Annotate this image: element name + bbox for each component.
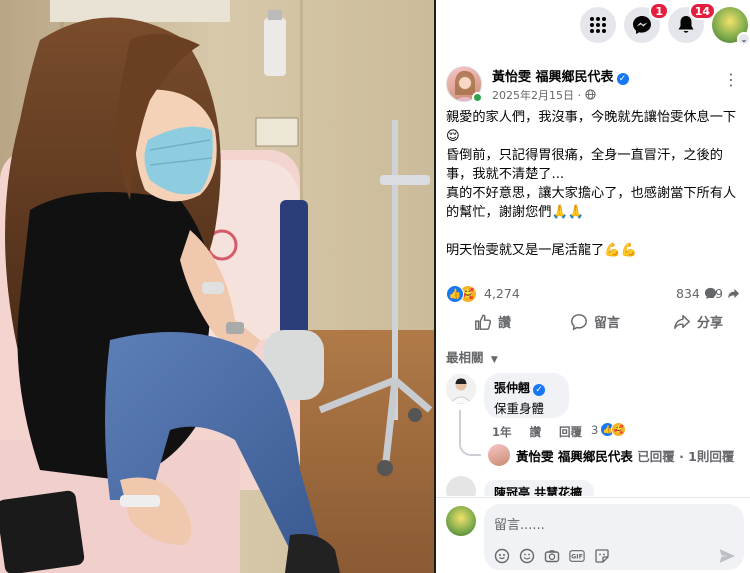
share-count[interactable]: 19: [707, 286, 740, 301]
commenter-avatar[interactable]: [446, 374, 476, 404]
comment-like-link[interactable]: 讚: [530, 425, 542, 439]
messenger-badge: 1: [649, 2, 669, 20]
svg-text:GIF: GIF: [571, 554, 583, 561]
commenter-name-text[interactable]: 張仲翹: [494, 381, 530, 395]
reply-summary[interactable]: 黃怡雯 福興鄉民代表 已回覆 · 1則回覆: [516, 446, 734, 465]
profile-avatar[interactable]: ⌄: [712, 7, 750, 46]
comment-sort-dropdown[interactable]: 最相關 ▼: [446, 347, 498, 366]
sticker-icon[interactable]: [594, 548, 610, 564]
like-label[interactable]: 讚: [498, 312, 511, 331]
post-header: 黃怡雯 福興鄉民代表 ✓ 2025年2月15日 · ⋮: [446, 66, 740, 106]
verified-badge-icon: ✓: [616, 73, 629, 85]
notifications-badge: 14: [688, 2, 716, 20]
like-button[interactable]: 讚: [474, 312, 511, 331]
reply-thread-line: [459, 410, 481, 456]
reply-summary-text[interactable]: 已回覆 · 1則回覆: [637, 449, 734, 464]
composer-tools: GIF: [494, 548, 610, 564]
messenger-icon: [633, 16, 651, 34]
comment-button[interactable]: 留言: [570, 312, 620, 331]
post-date[interactable]: 2025年2月15日: [492, 89, 574, 102]
like-reaction-icon: 👍: [446, 285, 464, 303]
author-name-text[interactable]: 黃怡雯 福興鄉民代表: [492, 70, 614, 85]
emoji-icon[interactable]: [519, 548, 535, 564]
comment-count-value[interactable]: 834: [676, 286, 700, 301]
like-icon: [475, 314, 492, 330]
comment-input-placeholder[interactable]: 留言......: [494, 514, 545, 533]
comment-sort-label[interactable]: 最相關: [446, 350, 484, 365]
comment-reply-link[interactable]: 回覆: [559, 425, 582, 439]
comment-label[interactable]: 留言: [594, 312, 620, 331]
more-options-icon[interactable]: ⋮: [723, 70, 740, 89]
care-reaction-icon: 🥰: [611, 422, 627, 437]
comment-meta: 1年 讚 回覆: [492, 424, 596, 440]
comment-time[interactable]: 1年: [492, 425, 512, 439]
reaction-count[interactable]: 4,274: [484, 286, 520, 301]
online-status-dot: [472, 92, 483, 103]
comment-reaction-count[interactable]: 3: [591, 423, 598, 437]
camera-icon[interactable]: [544, 548, 560, 564]
post-text: 親愛的家人們，我沒事，今晚就先讓怡雯休息一下😌 昏倒前，只記得胃很痛，全身一直冒…: [446, 108, 742, 260]
chevron-down-icon: ⌄: [737, 32, 750, 46]
post-actions: 讚 留言 分享: [436, 312, 750, 336]
share-button[interactable]: 分享: [673, 312, 723, 331]
gif-icon[interactable]: GIF: [569, 548, 585, 564]
reply-author-name[interactable]: 黃怡雯 福興鄉民代表: [516, 449, 633, 464]
comment-input[interactable]: 留言...... GIF: [484, 504, 744, 570]
reply-author-avatar[interactable]: [488, 444, 510, 466]
post-stats: 👍 🥰 4,274 834 19: [446, 284, 740, 304]
messenger-button[interactable]: 1: [624, 2, 669, 43]
verified-badge-icon: ✓: [533, 384, 546, 396]
next-commenter-name[interactable]: 陳冠亭 共慧花擴: [484, 480, 594, 496]
next-commenter-avatar[interactable]: [446, 476, 476, 496]
notifications-button[interactable]: 14: [668, 2, 716, 43]
comment-composer: 留言...... GIF: [436, 497, 750, 573]
comment-icon: [571, 313, 587, 330]
post-line-3: 真的不好意思，讓大家擔心了，也感謝當下所有人的幫忙，謝謝您們🙏🙏: [446, 186, 737, 220]
top-bar: 1 14 ⌄: [436, 0, 750, 50]
post-panel: 1 14 ⌄ 黃怡雯 福興鄉民代表 ✓ 2025年2月15日 · ⋮ 親愛的家人…: [436, 0, 750, 573]
share-label[interactable]: 分享: [697, 312, 723, 331]
menu-grid-button[interactable]: [580, 7, 616, 43]
dot-separator: ·: [577, 89, 585, 102]
comment-reactions[interactable]: 3 👍 🥰: [591, 422, 630, 437]
comment-text: 保重身體: [494, 401, 545, 416]
share-count-icon: [727, 288, 740, 299]
post-line-4: [446, 222, 742, 241]
commenter-name[interactable]: 張仲翹 ✓: [494, 379, 559, 396]
post-photo[interactable]: [0, 0, 434, 573]
post-line-5: 明天怡雯就又是一尾活龍了💪💪: [446, 243, 638, 258]
comment-bubble: 張仲翹 ✓ 保重身體: [484, 373, 569, 418]
menu-grid-icon: [590, 17, 606, 33]
my-avatar[interactable]: [446, 506, 476, 536]
post-line-2: 昏倒前，只記得胃很痛，全身一直冒汗，之後的事，我就不清楚了...: [446, 148, 723, 182]
globe-icon: [584, 89, 596, 100]
avatar-sticker-icon[interactable]: [494, 548, 510, 564]
share-count-value[interactable]: 19: [707, 286, 723, 301]
author-name[interactable]: 黃怡雯 福興鄉民代表 ✓: [492, 66, 629, 85]
post-meta: 2025年2月15日 ·: [492, 87, 596, 103]
send-icon[interactable]: [718, 547, 736, 565]
next-comment-partial: 陳冠亭 共慧花擴: [446, 476, 746, 496]
share-icon: [674, 314, 690, 329]
post-line-1: 親愛的家人們，我沒事，今晚就先讓怡雯休息一下😌: [446, 110, 737, 144]
caret-down-icon: ▼: [490, 355, 498, 365]
